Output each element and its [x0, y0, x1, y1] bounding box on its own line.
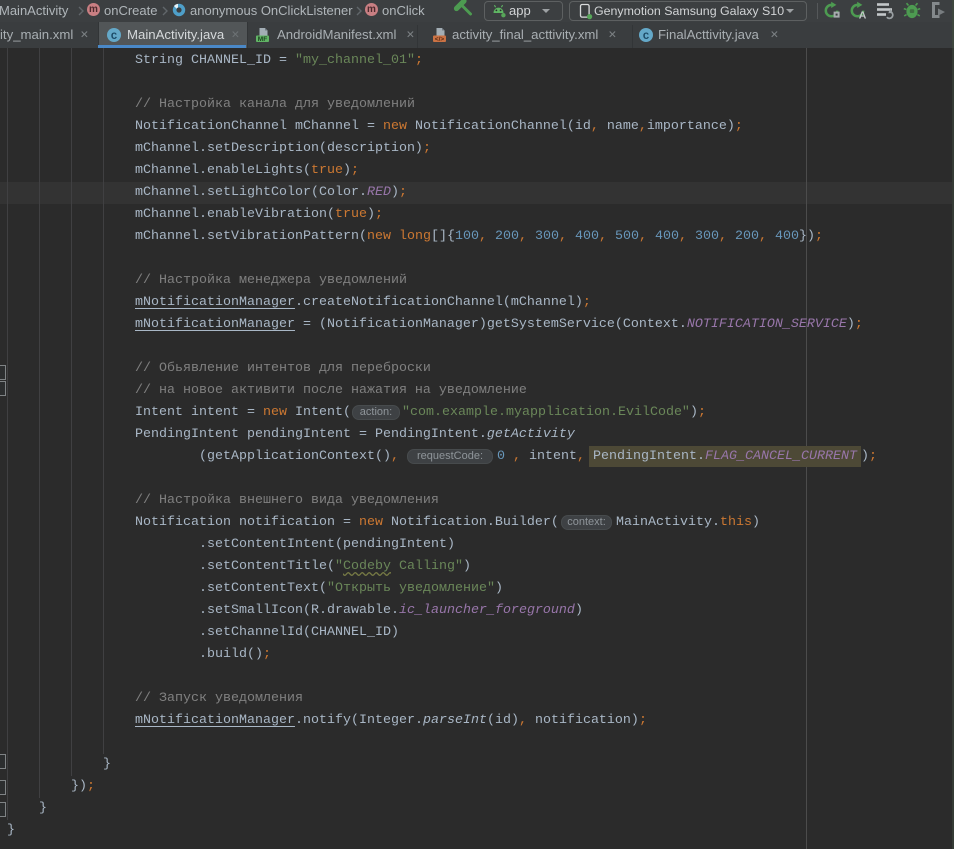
- svg-text:C: C: [111, 31, 118, 43]
- svg-text:</>: </>: [435, 36, 445, 43]
- svg-text:MF: MF: [258, 36, 267, 43]
- svg-text:A: A: [859, 9, 867, 20]
- svg-text:C: C: [643, 31, 650, 43]
